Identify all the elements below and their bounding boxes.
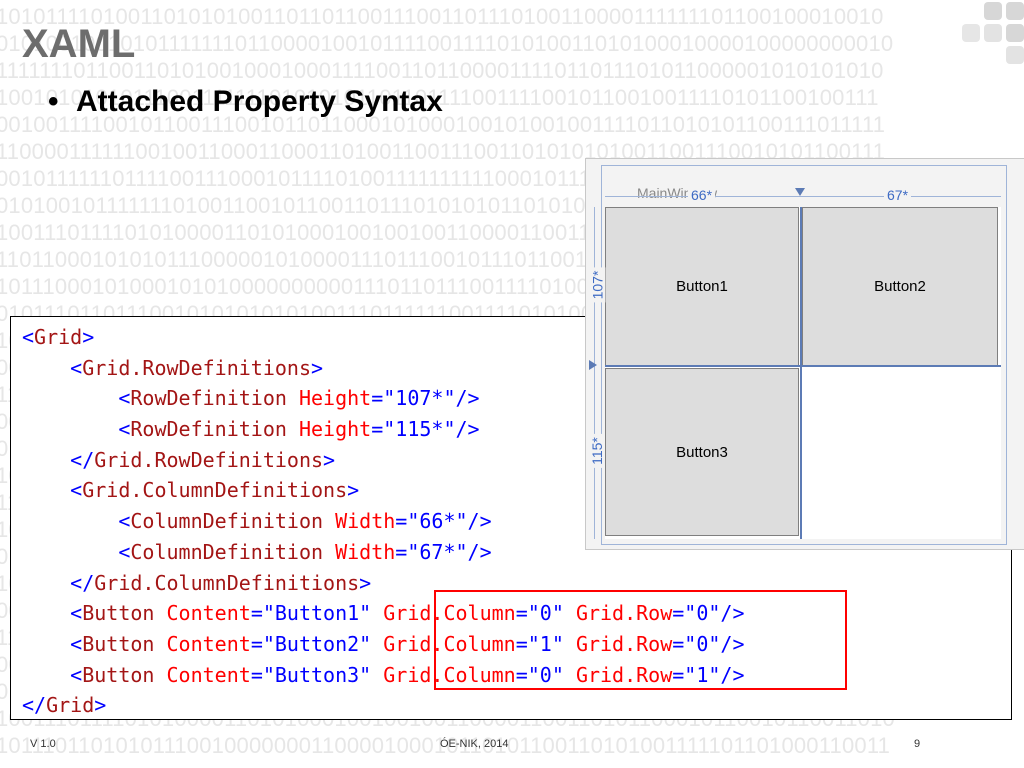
code-token: > [311, 355, 324, 380]
code-token: > [82, 325, 95, 349]
code-token: < [22, 539, 131, 564]
column-label-0: 66* [688, 187, 716, 203]
code-token: < [22, 509, 131, 534]
code-token: > [94, 693, 107, 718]
code-token: Grid.RowDefinitions [82, 355, 311, 380]
code-token: ColumnDefinition [130, 509, 324, 534]
code-token: RowDefinition [130, 417, 287, 442]
deco-square [984, 2, 1002, 20]
code-line: </Grid.RowDefinitions> [22, 445, 745, 476]
code-line: <Grid> [22, 322, 745, 353]
button2-label: Button2 [874, 278, 926, 295]
deco-square [984, 24, 1002, 42]
page-number: 9 [914, 738, 921, 750]
code-token: ="Button3" [250, 662, 384, 687]
deco-square [1006, 24, 1024, 42]
code-token: Width [335, 539, 396, 564]
code-token: Button [82, 601, 155, 626]
code-token: ="67*"/> [395, 539, 492, 564]
code-token: < [22, 386, 131, 411]
code-token: Width [335, 509, 396, 534]
code-token: Content [166, 662, 251, 687]
code-token: ="115*"/> [371, 417, 480, 442]
code-token: </ [22, 693, 47, 718]
code-token: > [323, 447, 336, 472]
code-token: < [22, 601, 83, 626]
code-token: Grid [34, 325, 83, 349]
footer-center: ÓE-NIK, 2014 [440, 738, 509, 750]
code-line: <Grid.ColumnDefinitions> [22, 475, 745, 506]
deco-square [962, 24, 980, 42]
footer-version: V 1.0 [30, 738, 56, 750]
column-ruler [605, 196, 1001, 197]
code-token: < [22, 662, 83, 687]
code-token: Content [166, 601, 251, 626]
deco-square [1006, 2, 1024, 20]
code-token: < [22, 631, 83, 656]
code-token: Grid [46, 693, 95, 718]
deco-square [1006, 46, 1024, 64]
code-token: > [359, 570, 372, 595]
button1-label: Button1 [676, 278, 728, 295]
code-token: </ [22, 570, 95, 595]
code-token: Button [82, 631, 155, 656]
code-token: ="Button2" [250, 631, 384, 656]
code-line: <Grid.RowDefinitions> [22, 353, 745, 384]
code-token: RowDefinition [130, 386, 287, 411]
code-token: > [347, 478, 360, 503]
column-marker-icon[interactable] [795, 188, 805, 196]
row-label-0: 107* [589, 267, 606, 303]
code-token: ColumnDefinition [130, 539, 324, 564]
code-token: Height [298, 417, 372, 442]
code-token: Content [166, 631, 251, 656]
slide-title: XAML [22, 22, 136, 66]
code-token: Grid.RowDefinitions [94, 447, 324, 472]
bullet-dot: • [48, 85, 59, 118]
decorative-squares [944, 0, 1024, 90]
column-splitter[interactable] [800, 207, 802, 539]
column-label-1: 67* [884, 187, 912, 203]
code-token: < [22, 325, 35, 349]
code-token: Grid.ColumnDefinitions [82, 478, 348, 503]
attached-property-highlight [434, 590, 847, 690]
code-token: </ [22, 447, 95, 472]
code-token: < [22, 478, 83, 503]
code-line: <ColumnDefinition Width="66*"/> [22, 506, 745, 537]
code-token: < [22, 355, 83, 380]
code-token: ="66*"/> [395, 509, 492, 534]
code-token: < [22, 417, 131, 442]
code-line: </Grid> [22, 690, 745, 721]
code-token: Height [298, 386, 372, 411]
code-token: Button [82, 662, 155, 687]
bullet-text: Attached Property Syntax [76, 85, 443, 118]
code-token: ="Button1" [250, 601, 384, 626]
button2-preview: Button2 [802, 207, 998, 366]
bullet-heading: • Attached Property Syntax [48, 84, 443, 120]
code-token: ="107*"/> [371, 386, 480, 411]
code-line: <RowDefinition Height="115*"/> [22, 414, 745, 445]
code-token: Grid.ColumnDefinitions [94, 570, 360, 595]
code-line: <ColumnDefinition Width="67*"/> [22, 537, 745, 568]
code-line: <RowDefinition Height="107*"/> [22, 383, 745, 414]
